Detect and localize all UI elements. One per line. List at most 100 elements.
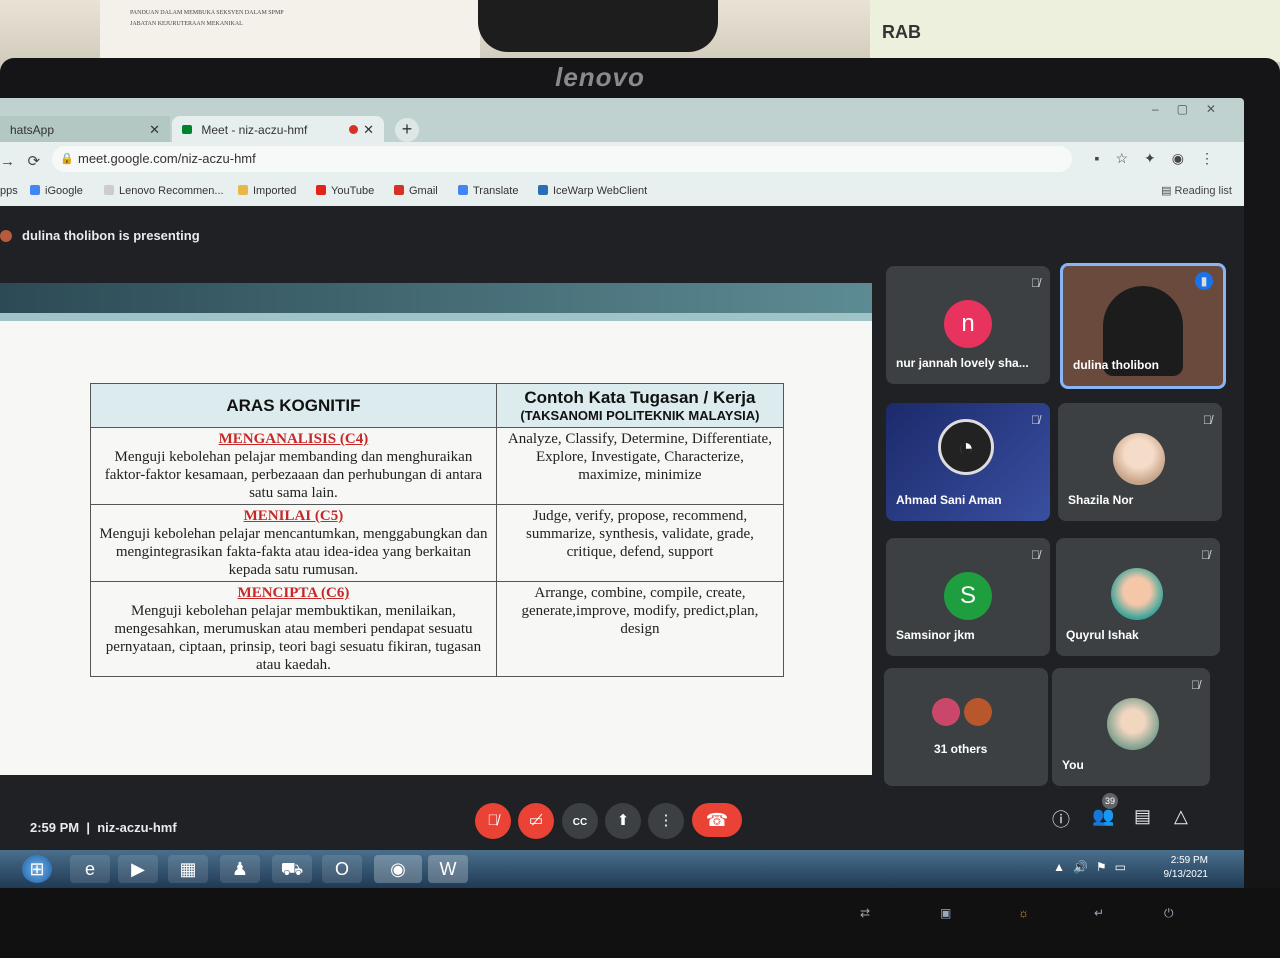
- level-cell: MENILAI (C5) Menguji kebolehan pelajar m…: [90, 504, 497, 582]
- media-player-button[interactable]: ▶: [118, 855, 158, 883]
- leave-call-button[interactable]: ☎: [692, 803, 742, 837]
- avatar: [1111, 568, 1163, 620]
- avatar: [932, 698, 960, 726]
- recording-dot-icon: [349, 125, 358, 134]
- tab-meet[interactable]: Meet - niz-aczu-hmf ✕: [172, 116, 384, 144]
- wall-calendar: RAB: [870, 0, 1280, 62]
- chat-icon[interactable]: ▤: [1134, 806, 1151, 827]
- chrome-icon: ◉: [390, 859, 406, 879]
- avatar: [964, 698, 992, 726]
- slide-header-band: [0, 283, 872, 313]
- brightness-icon[interactable]: ☼: [1018, 906, 1029, 920]
- taskbar-time: 2:59 PM: [1170, 855, 1208, 866]
- participant-tile[interactable]: 🎙̸ S Samsinor jkm: [886, 538, 1050, 656]
- bookmark-label: Imported: [253, 185, 297, 197]
- explorer-button[interactable]: ▦: [168, 855, 208, 883]
- monitor-button-icon[interactable]: ⇄: [860, 906, 870, 920]
- slide-header-stripe: [0, 313, 872, 321]
- participant-name: Shazila Nor: [1068, 493, 1134, 507]
- participant-tile[interactable]: 🎙̸ n nur jannah lovely sha...: [886, 266, 1050, 384]
- close-icon[interactable]: ✕: [149, 122, 160, 138]
- taskbar-clock[interactable]: 2:59 PM 9/13/2021: [1164, 854, 1209, 882]
- avatar: [1107, 698, 1159, 750]
- translate-icon: [458, 185, 468, 195]
- chrome-button[interactable]: ◉: [374, 855, 422, 883]
- presenting-banner: dulina tholibon is presenting: [0, 228, 200, 243]
- outlook-button[interactable]: O: [322, 855, 362, 883]
- table-row: MENCIPTA (C6) Menguji kebolehan pelajar …: [90, 581, 785, 677]
- activities-icon[interactable]: △: [1174, 806, 1188, 827]
- captions-button[interactable]: CC: [562, 803, 598, 839]
- meet-favicon-icon: [182, 125, 192, 134]
- close-icon[interactable]: ✕: [363, 122, 374, 138]
- reading-list-icon: ▤: [1161, 185, 1175, 197]
- more-options-button[interactable]: ⋮: [648, 803, 684, 839]
- bookmark-icewarp[interactable]: IceWarp WebClient: [538, 185, 647, 197]
- cognitive-level-table: ARAS KOGNITIF Contoh Kata Tugasan / Kerj…: [90, 383, 785, 677]
- avatar: n: [944, 300, 992, 348]
- participant-tile[interactable]: 🎙̸ ◔ Ahmad Sani Aman: [886, 403, 1050, 521]
- bookmark-translate[interactable]: Translate: [458, 185, 518, 197]
- participant-count-badge: 39: [1102, 793, 1118, 809]
- meeting-details-icon[interactable]: ⓘ: [1052, 806, 1070, 832]
- camera-toggle-button[interactable]: ▭̸: [518, 803, 554, 839]
- meeting-code: niz-aczu-hmf: [97, 820, 177, 835]
- present-screen-icon: ⬆: [616, 812, 630, 829]
- bookmark-igoogle[interactable]: iGoogle: [30, 185, 83, 197]
- folder-icon: [238, 185, 248, 195]
- envelope-icon: [538, 185, 548, 195]
- taskbar-date: 9/13/2021: [1163, 869, 1209, 880]
- meeting-time: 2:59 PM: [30, 820, 80, 835]
- bookmark-gmail[interactable]: Gmail: [394, 185, 438, 197]
- bookmark-label: iGoogle: [45, 185, 83, 197]
- new-tab-button[interactable]: +: [395, 118, 419, 142]
- participant-tile[interactable]: 🎙̸ Shazila Nor: [1058, 403, 1222, 521]
- participant-tile[interactable]: 🎙̸ Quyrul Ishak: [1056, 538, 1220, 656]
- toolbar-icons[interactable]: ▪☆✦◉⋮: [1095, 150, 1230, 167]
- browser-toolbar: → ⟳ 🔒 meet.google.com/niz-aczu-hmf ▪☆✦◉⋮: [0, 142, 1244, 178]
- gmail-icon: [394, 185, 404, 195]
- power-icon[interactable]: ⏻: [1164, 906, 1174, 921]
- window-controls[interactable]: –▢✕: [1152, 102, 1234, 116]
- bookmark-label: Translate: [473, 185, 519, 197]
- present-button[interactable]: ⬆: [605, 803, 641, 839]
- hang-up-icon: ☎: [705, 810, 729, 830]
- table-header-level: ARAS KOGNITIF: [90, 383, 497, 428]
- back-reload-icons[interactable]: → ⟳: [0, 152, 40, 170]
- obs-logo-icon: ◔: [938, 419, 994, 475]
- ie-button[interactable]: e: [70, 855, 110, 883]
- participant-tile-active-speaker[interactable]: ▮ dulina tholibon: [1060, 263, 1226, 389]
- youtube-icon: [316, 185, 326, 195]
- participant-name: Samsinor jkm: [896, 628, 975, 642]
- app-button[interactable]: ⛟: [272, 855, 312, 883]
- tab-whatsapp[interactable]: hatsApp ✕: [0, 116, 170, 144]
- app-button[interactable]: ♟: [220, 855, 260, 883]
- browser-tab-strip: hatsApp ✕ Meet - niz-aczu-hmf ✕ + –▢✕: [0, 98, 1244, 144]
- monitor-button-icon[interactable]: ↵: [1094, 906, 1104, 920]
- word-button[interactable]: W: [428, 855, 468, 883]
- bookmark-imported[interactable]: Imported: [238, 185, 296, 197]
- address-bar[interactable]: 🔒 meet.google.com/niz-aczu-hmf: [52, 146, 1072, 172]
- participant-tile-others[interactable]: 31 others: [884, 668, 1048, 786]
- reading-list-button[interactable]: ▤ Reading list: [1161, 184, 1232, 197]
- avatar: [1113, 433, 1165, 485]
- monitor-screen: hatsApp ✕ Meet - niz-aczu-hmf ✕ + –▢✕ → …: [0, 98, 1244, 888]
- people-icon[interactable]: 👥: [1092, 806, 1114, 827]
- participant-name: dulina tholibon: [1073, 358, 1159, 372]
- participant-name: You: [1062, 758, 1084, 772]
- table-header-verbs: Contoh Kata Tugasan / Kerja (TAKSANOMI P…: [495, 383, 785, 428]
- bookmark-apps[interactable]: pps: [0, 185, 18, 197]
- speaking-indicator-icon: ▮: [1195, 272, 1213, 290]
- start-button[interactable]: ⊞: [22, 855, 52, 883]
- mic-off-icon: 🎙̸: [1191, 678, 1200, 692]
- system-tray-icons[interactable]: ▲🔊⚑▭: [1053, 860, 1134, 874]
- bookmark-label: YouTube: [331, 185, 375, 197]
- monitor-bottom-bezel: ⇄ ▣ ☼ ↵ ⏻: [0, 888, 1280, 958]
- participant-tile-self[interactable]: 🎙̸ You: [1052, 668, 1210, 786]
- url-text: meet.google.com/niz-aczu-hmf: [78, 151, 256, 166]
- bookmark-lenovo[interactable]: Lenovo Recommen...: [104, 185, 224, 197]
- mic-toggle-button[interactable]: 🎙̸: [475, 803, 511, 839]
- bookmark-youtube[interactable]: YouTube: [316, 185, 374, 197]
- bookmark-label: IceWarp WebClient: [553, 185, 648, 197]
- monitor-button-icon[interactable]: ▣: [940, 906, 951, 920]
